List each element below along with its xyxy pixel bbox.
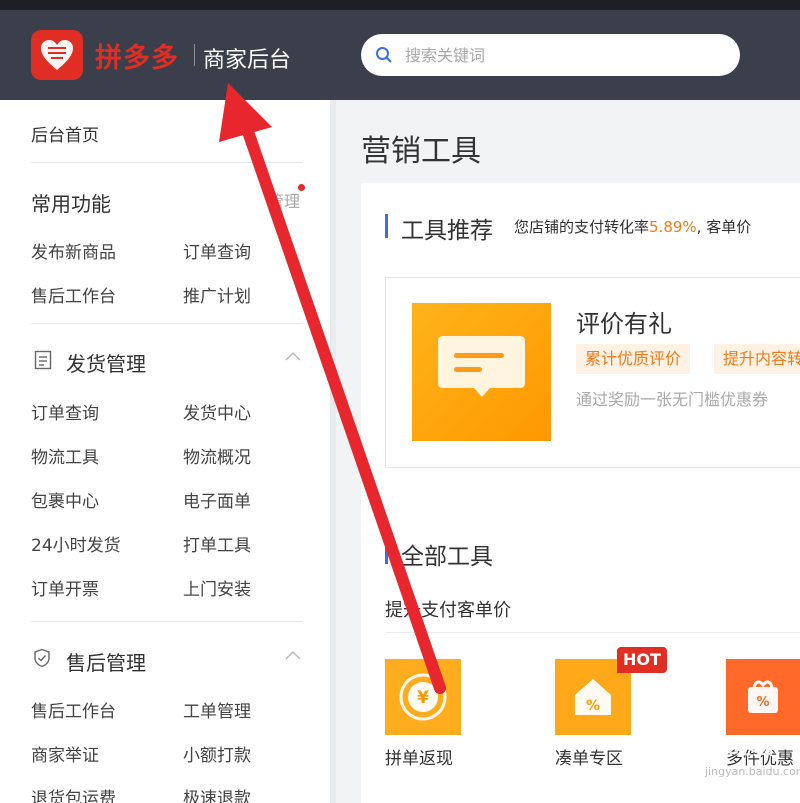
- sidebar-divider: [31, 323, 303, 324]
- sidebar-item-package-center[interactable]: 包裹中心: [31, 487, 99, 512]
- recommend-title: 工具推荐: [401, 218, 493, 244]
- sidebar-item-return-shipping[interactable]: 退货包运费: [31, 784, 116, 803]
- tool-label-bundle[interactable]: 凑单专区: [555, 744, 623, 769]
- top-bar-stripe: [0, 0, 800, 10]
- sidebar-item-onsite-install[interactable]: 上门安装: [183, 575, 251, 600]
- sidebar-item-e-waybill[interactable]: 电子面单: [183, 487, 251, 512]
- sidebar-item-order-query[interactable]: 订单查询: [183, 238, 251, 263]
- recommend-note: 通过奖励一张无门槛优惠券: [576, 390, 769, 409]
- sidebar-section-common: 常用功能: [31, 192, 111, 216]
- search-box[interactable]: [361, 34, 740, 76]
- pdd-logo-icon[interactable]: [31, 30, 83, 80]
- sidebar-item-aftersale-desk[interactable]: 售后工作台: [31, 282, 116, 307]
- brand-subtitle: 商家后台: [203, 48, 292, 73]
- baidu-watermark: Bai 经验: [682, 735, 773, 760]
- recommend-description: 您店铺的支付转化率5.89%, 客单价: [514, 216, 751, 237]
- chevron-up-icon[interactable]: [285, 650, 301, 660]
- desc-prefix: 您店铺的支付转化率: [514, 218, 650, 236]
- sidebar-section-aftersale[interactable]: 售后管理: [66, 647, 146, 676]
- sidebar-item-promo-plan[interactable]: 推广计划: [183, 282, 251, 307]
- tag-quality-review: 累计优质评价: [576, 344, 691, 374]
- sidebar-item-ship-center[interactable]: 发货中心: [183, 399, 251, 424]
- notification-dot: [298, 184, 305, 191]
- section-accent-bar: [385, 214, 388, 238]
- brand-separator: [194, 44, 195, 66]
- hot-badge: HOT: [617, 647, 667, 673]
- svg-text:%: %: [756, 695, 769, 710]
- tag-boost-content: 提升内容转: [714, 344, 800, 374]
- sidebar-item-merchant-proof[interactable]: 商家举证: [31, 741, 99, 766]
- tool-group-label: 提升支付客单价: [385, 600, 511, 621]
- shield-icon: [34, 648, 50, 668]
- conversion-rate: 5.89%: [649, 218, 697, 236]
- sidebar-item-home[interactable]: 后台首页: [31, 121, 99, 146]
- svg-text:%: %: [586, 698, 600, 714]
- sidebar-item-fast-refund[interactable]: 极速退款: [183, 784, 251, 803]
- cashback-icon[interactable]: ¥: [385, 659, 461, 735]
- sidebar-item-small-payout[interactable]: 小额打款: [183, 741, 251, 766]
- all-tools-title: 全部工具: [401, 544, 493, 570]
- sidebar-item-logistics-tools[interactable]: 物流工具: [31, 443, 99, 468]
- sidebar-item-aftersale-desk[interactable]: 售后工作台: [31, 697, 116, 722]
- watermark-url: jingyan.baidu.com: [705, 765, 800, 778]
- gift-discount-icon[interactable]: %: [726, 659, 800, 735]
- section-accent-bar: [385, 540, 388, 564]
- sidebar-section-shipping[interactable]: 发货管理: [66, 348, 146, 377]
- search-icon: [376, 47, 392, 63]
- review-gift-icon[interactable]: [412, 303, 551, 441]
- tool-label-cashback[interactable]: 拼单返现: [385, 744, 453, 769]
- search-input[interactable]: [405, 34, 725, 76]
- sidebar-item-print-tool[interactable]: 打单工具: [183, 531, 251, 556]
- chevron-up-icon[interactable]: [285, 351, 301, 361]
- sidebar-divider: [31, 621, 303, 622]
- manage-link[interactable]: 管理: [268, 188, 300, 212]
- sidebar-item-order-query[interactable]: 订单查询: [31, 399, 99, 424]
- desc-suffix: , 客单价: [696, 218, 752, 236]
- sidebar-item-24h-ship[interactable]: 24小时发货: [31, 531, 121, 556]
- sidebar-gutter: [330, 100, 336, 803]
- sidebar-item-publish[interactable]: 发布新商品: [31, 238, 116, 263]
- sidebar-item-logistics-overview[interactable]: 物流概况: [183, 443, 251, 468]
- page-title: 营销工具: [361, 134, 481, 169]
- sidebar-divider: [31, 162, 303, 163]
- group-divider: [385, 632, 800, 633]
- document-icon: [34, 350, 52, 370]
- sidebar-item-invoice[interactable]: 订单开票: [31, 575, 99, 600]
- recommend-tool-name[interactable]: 评价有礼: [576, 304, 672, 339]
- svg-text:¥: ¥: [417, 688, 429, 708]
- brand-name[interactable]: 拼多多: [95, 36, 179, 75]
- sidebar-item-ticket-manage[interactable]: 工单管理: [183, 697, 251, 722]
